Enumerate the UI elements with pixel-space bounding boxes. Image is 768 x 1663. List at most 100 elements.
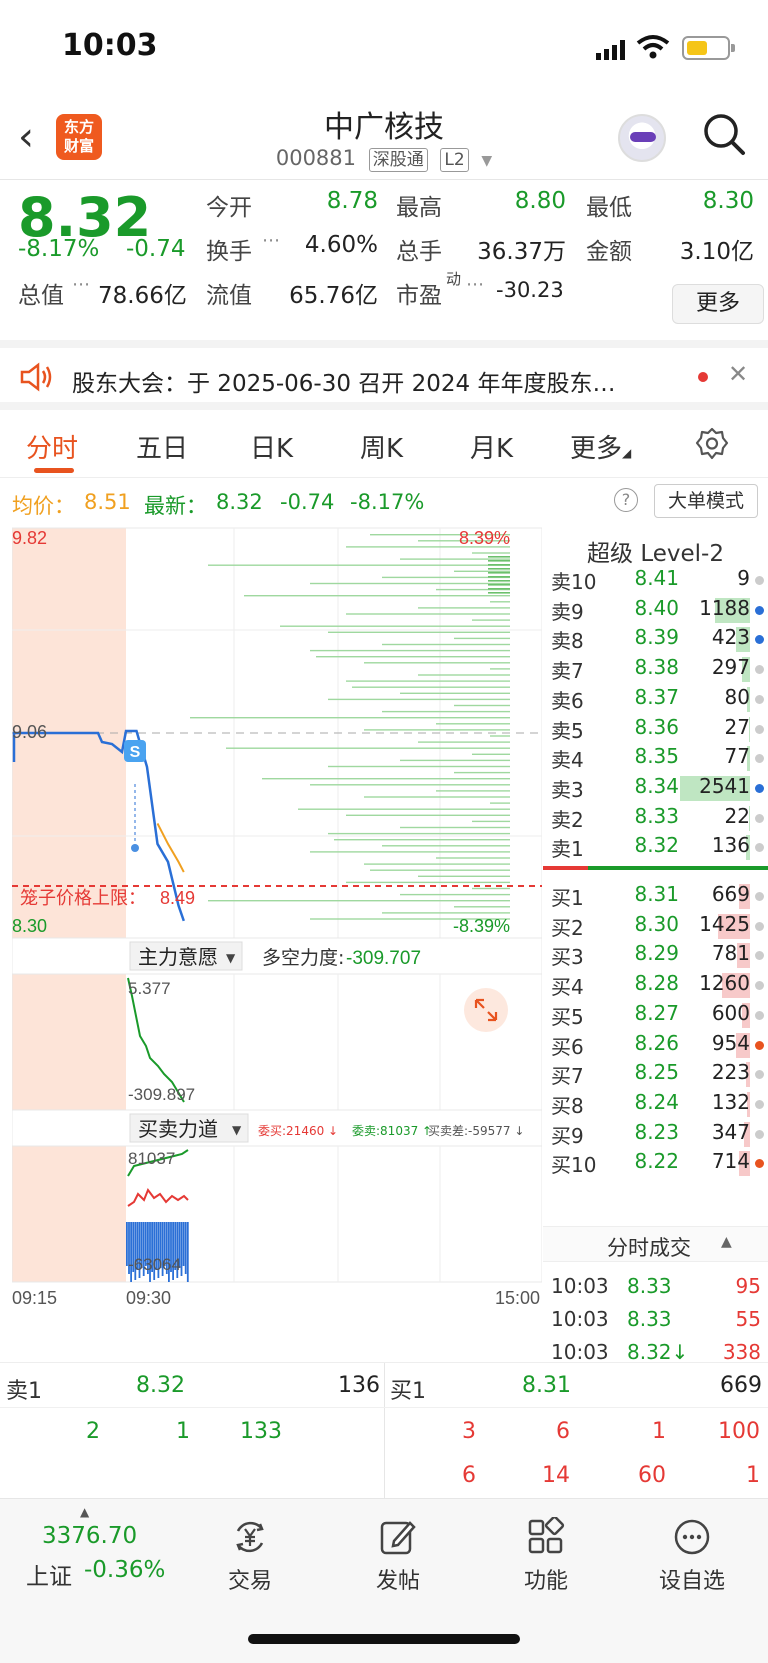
chart-tabs: 分时 五日 日K 周K 月K 更多◢ — [0, 410, 768, 478]
tab-more[interactable]: 更多◢ — [570, 428, 631, 465]
bid-row[interactable]: 买4 8.28 1260 — [543, 971, 768, 1002]
level-dot — [755, 635, 764, 645]
close-icon[interactable]: ✕ — [728, 360, 748, 388]
intraday-chart[interactable]: S 9.82 9.06 8.30 8.39% -8.39% 笼子价格上限： 8.… — [11, 526, 543, 1356]
order-queue: 卖1 8.32 136 买1 8.31 669 2 1 133 3 6 1 10… — [0, 1362, 768, 1499]
bid-row[interactable]: 买1 8.31 669 — [543, 882, 768, 913]
index-name[interactable]: 上证 — [26, 1557, 72, 1591]
ind1-top-label: 5.377 — [128, 979, 171, 998]
level-volume: 80 — [724, 684, 750, 709]
orderbook-title: 超级 Level-2 — [587, 541, 724, 567]
amount-label: 金额 — [586, 239, 632, 265]
index-expand-icon[interactable]: ▲ — [80, 1505, 89, 1519]
bid-row[interactable]: 买7 8.25 223 — [543, 1060, 768, 1091]
mktcap-info-icon[interactable]: ⋯ — [72, 274, 90, 295]
depth-bar — [400, 692, 510, 694]
ask-row[interactable]: 卖5 8.36 27 — [543, 715, 768, 746]
info-dots-icon[interactable]: ⋯ — [262, 230, 280, 251]
dropdown-caret-icon[interactable]: ▼ — [481, 153, 492, 169]
tab-weekly-k[interactable]: 周K — [360, 428, 403, 465]
nav-post[interactable]: 发帖 — [338, 1517, 458, 1595]
big-order-mode-button[interactable]: 大单模式 — [654, 484, 758, 518]
depth-bars — [190, 534, 510, 920]
ask-row[interactable]: 卖7 8.38 297 — [543, 655, 768, 686]
depth-bar — [364, 729, 510, 731]
tick-volume: 55 — [735, 1307, 761, 1331]
depth-bar — [490, 802, 510, 804]
level-price: 8.27 — [634, 1000, 679, 1025]
level-label: 卖7 — [551, 659, 584, 684]
bid-row[interactable]: 买8 8.24 132 — [543, 1090, 768, 1121]
ask-row[interactable]: 卖6 8.37 80 — [543, 685, 768, 716]
nav-add-watchlist[interactable]: 设自选 — [632, 1517, 752, 1595]
depth-bar — [418, 875, 510, 877]
ask-row[interactable]: 卖10 8.41 9 — [543, 566, 768, 597]
queue-sell-order: 1 — [176, 1419, 190, 1444]
queue-sell-label: 卖1 — [6, 1379, 42, 1404]
ask-row[interactable]: 卖1 8.32 136 — [543, 833, 768, 864]
tab-monthly-k[interactable]: 月K — [470, 428, 513, 465]
assistant-robot-icon[interactable] — [618, 114, 666, 162]
depth-bar — [244, 595, 510, 597]
queue-sell-order: 2 — [86, 1419, 100, 1444]
bid-row[interactable]: 买6 8.26 954 — [543, 1031, 768, 1062]
level-volume: 136 — [711, 833, 750, 858]
bid-row[interactable]: 买9 8.23 347 — [543, 1120, 768, 1151]
bid-row[interactable]: 买3 8.29 781 — [543, 941, 768, 972]
level-price: 8.26 — [634, 1030, 679, 1055]
pe-info-icon[interactable]: ⋯ — [466, 274, 484, 295]
ind2-bot-label: -63064 — [128, 1255, 181, 1274]
turnover-value: 4.60% — [304, 232, 378, 258]
level-label: 卖6 — [551, 688, 584, 713]
depth-bar — [262, 778, 510, 780]
time-start-label: 09:15 — [12, 1288, 57, 1308]
tab-five-day[interactable]: 五日 — [136, 428, 188, 465]
level-price: 8.34 — [634, 773, 679, 798]
more-quote-button[interactable]: 更多 — [672, 284, 764, 324]
ask-row[interactable]: 卖9 8.40 1188 — [543, 596, 768, 627]
ask-row[interactable]: 卖4 8.35 77 — [543, 744, 768, 775]
notice-bar[interactable]: 股东大会：于 2025-06-30 召开 2024 年年度股东… ✕ — [0, 340, 768, 410]
tick-price: 8.32↓ — [627, 1340, 689, 1364]
ask-row[interactable]: 卖2 8.33 22 — [543, 804, 768, 835]
ind1-label: 多空力度: — [262, 947, 344, 969]
queue-row-divider — [0, 1407, 768, 1408]
tick-trades[interactable]: 分时成交 ▲ 10:03 8.33 95 10:03 8.33 55 10:03 8.32↓ 3… — [543, 1226, 768, 1364]
float-value: 65.76亿 — [289, 283, 378, 309]
level-volume: 781 — [711, 941, 750, 966]
more-dots-circle-icon — [674, 1519, 710, 1555]
intraday-chart-svg[interactable]: S 9.82 9.06 8.30 8.39% -8.39% 笼子价格上限： 8.… — [11, 526, 543, 1356]
tab-daily-k[interactable]: 日K — [250, 428, 293, 465]
bid-row[interactable]: 买10 8.22 714 — [543, 1149, 768, 1180]
level-price: 8.25 — [634, 1060, 679, 1085]
ticks-collapse-icon[interactable]: ▲ — [721, 1234, 732, 1250]
level-volume: 954 — [711, 1030, 750, 1055]
depth-bar — [454, 637, 510, 640]
help-icon[interactable]: ? — [614, 488, 638, 512]
depth-bar — [310, 649, 510, 652]
amount-value: 3.10亿 — [679, 239, 754, 265]
depth-bar — [316, 656, 510, 658]
pe-value: -30.23 — [496, 278, 564, 302]
level-label: 买6 — [551, 1034, 584, 1059]
nav-functions[interactable]: 功能 — [486, 1517, 606, 1595]
ask-row[interactable]: 卖8 8.39 423 — [543, 625, 768, 656]
open-value: 8.78 — [326, 188, 378, 214]
index-value[interactable]: 3376.70 — [42, 1523, 137, 1549]
depth-bar — [328, 631, 510, 633]
expand-button[interactable] — [464, 988, 508, 1032]
level-dot — [755, 813, 764, 823]
ask-row[interactable]: 卖3 8.34 2541 — [543, 774, 768, 805]
depth-bar — [488, 580, 510, 582]
search-icon[interactable] — [702, 112, 746, 156]
bid-row[interactable]: 买5 8.27 600 — [543, 1001, 768, 1032]
nav-trade[interactable]: 交易 — [190, 1517, 310, 1595]
bid-row[interactable]: 买2 8.30 1425 — [543, 912, 768, 943]
index-pct[interactable]: -0.36% — [84, 1557, 165, 1583]
tab-intraday[interactable]: 分时 — [26, 428, 78, 465]
settings-gear-icon[interactable] — [694, 426, 730, 462]
volume-value: 36.37万 — [477, 239, 566, 265]
depth-bar — [488, 568, 510, 570]
notice-text[interactable]: 股东大会：于 2025-06-30 召开 2024 年年度股东… — [72, 364, 672, 398]
depth-bar — [400, 826, 510, 829]
